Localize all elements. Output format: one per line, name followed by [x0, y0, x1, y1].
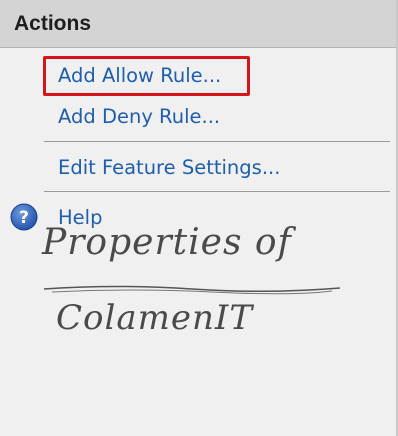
edit-feature-settings-link[interactable]: Edit Feature Settings... — [58, 156, 280, 179]
watermark: Properties of ColamenIT — [0, 210, 398, 360]
actions-title: Actions — [14, 12, 92, 35]
actions-header: Actions — [0, 0, 396, 48]
add-allow-rule-link[interactable]: Add Allow Rule... — [58, 64, 221, 87]
watermark-line2: ColamenIT — [56, 298, 253, 338]
separator — [44, 141, 390, 142]
add-deny-rule-link[interactable]: Add Deny Rule... — [58, 105, 220, 128]
separator — [44, 191, 390, 192]
help-link[interactable]: Help — [58, 206, 102, 229]
actions-pane: Actions Add Allow Rule... Add Deny Rule.… — [0, 0, 398, 436]
question-circle-icon[interactable]: ? — [10, 203, 38, 231]
svg-text:?: ? — [19, 208, 29, 228]
watermark-rule — [43, 285, 341, 295]
